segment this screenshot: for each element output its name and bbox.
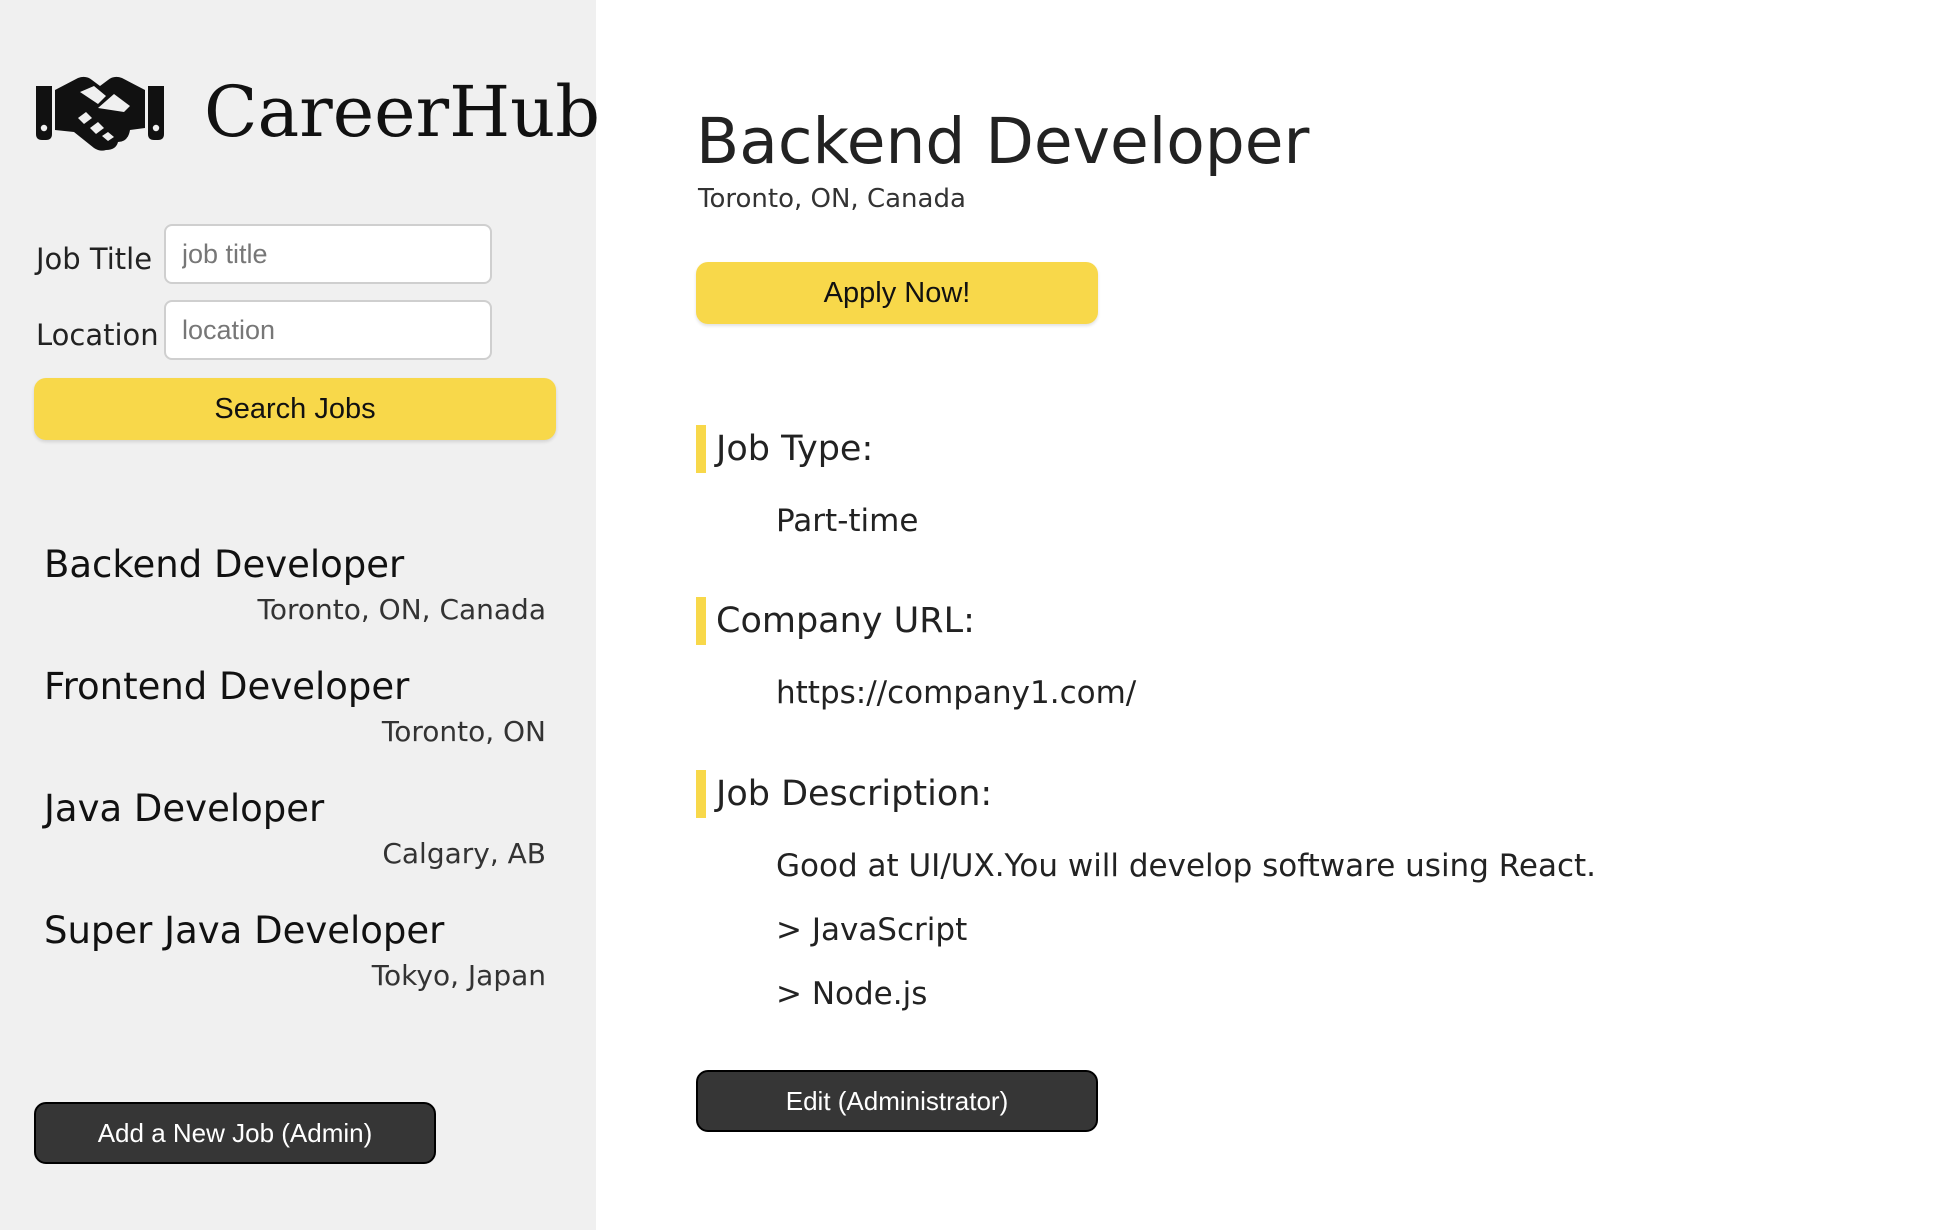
section-accent-bar xyxy=(696,770,706,818)
job-type-value: Part-time xyxy=(776,503,919,539)
description-line: > JavaScript xyxy=(776,912,968,948)
brand-name: CareerHub xyxy=(204,71,601,153)
job-type-section: Job Type: Part-time xyxy=(696,425,1896,553)
job-list-item[interactable]: Backend Developer Toronto, ON, Canada xyxy=(44,540,546,662)
job-description-label: Job Description: xyxy=(716,774,993,814)
job-title-label: Job Title xyxy=(36,242,153,276)
section-accent-bar xyxy=(696,425,706,473)
section-accent-bar xyxy=(696,597,706,645)
location-input[interactable] xyxy=(164,300,492,360)
job-type-heading: Job Type: xyxy=(696,425,1896,473)
search-jobs-button[interactable]: Search Jobs xyxy=(34,378,556,440)
sidebar: CareerHub Job Title Location Search Jobs… xyxy=(0,0,600,1230)
company-url-section: Company URL: https://company1.com/ xyxy=(696,597,1896,725)
job-description-heading: Job Description: xyxy=(696,770,1896,818)
job-list-item-title: Frontend Developer xyxy=(44,665,410,708)
company-url-label: Company URL: xyxy=(716,601,975,641)
apply-now-button[interactable]: Apply Now! xyxy=(696,262,1098,324)
description-line: Good at UI/UX.You will develop software … xyxy=(776,848,1597,884)
job-detail-panel: Backend Developer Toronto, ON, Canada Ap… xyxy=(596,0,1950,1230)
edit-admin-button[interactable]: Edit (Administrator) xyxy=(696,1070,1098,1132)
job-list-item[interactable]: Frontend Developer Toronto, ON xyxy=(44,662,546,784)
job-description-section: Job Description: Good at UI/UX.You will … xyxy=(696,770,1896,1026)
company-url-heading: Company URL: xyxy=(696,597,1896,645)
job-list-item-location: Calgary, AB xyxy=(382,837,546,870)
location-label: Location xyxy=(36,318,159,352)
job-list-item-location: Tokyo, Japan xyxy=(371,959,546,992)
job-title-search-row: Job Title xyxy=(36,224,492,284)
job-list-item-location: Toronto, ON xyxy=(381,715,546,748)
job-list: Backend Developer Toronto, ON, Canada Fr… xyxy=(44,540,546,1028)
app-root: CareerHub Job Title Location Search Jobs… xyxy=(0,0,1950,1230)
handshake-icon xyxy=(36,76,164,151)
job-list-item-title: Java Developer xyxy=(44,787,325,830)
job-list-item-title: Backend Developer xyxy=(44,543,405,586)
location-search-row: Location xyxy=(36,300,492,360)
job-list-item-title: Super Java Developer xyxy=(44,909,445,952)
description-line: > Node.js xyxy=(776,976,928,1012)
job-list-item[interactable]: Super Java Developer Tokyo, Japan xyxy=(44,906,546,1028)
page-title: Backend Developer xyxy=(696,105,1310,178)
job-description-text: Good at UI/UX.You will develop software … xyxy=(776,834,1896,1026)
company-url-value: https://company1.com/ xyxy=(776,675,1137,711)
job-location: Toronto, ON, Canada xyxy=(698,184,966,214)
job-title-input[interactable] xyxy=(164,224,492,284)
job-list-item-location: Toronto, ON, Canada xyxy=(257,593,547,626)
add-new-job-button[interactable]: Add a New Job (Admin) xyxy=(34,1102,436,1164)
job-list-item[interactable]: Java Developer Calgary, AB xyxy=(44,784,546,906)
brand[interactable]: CareerHub xyxy=(34,72,600,152)
job-type-label: Job Type: xyxy=(716,429,874,469)
